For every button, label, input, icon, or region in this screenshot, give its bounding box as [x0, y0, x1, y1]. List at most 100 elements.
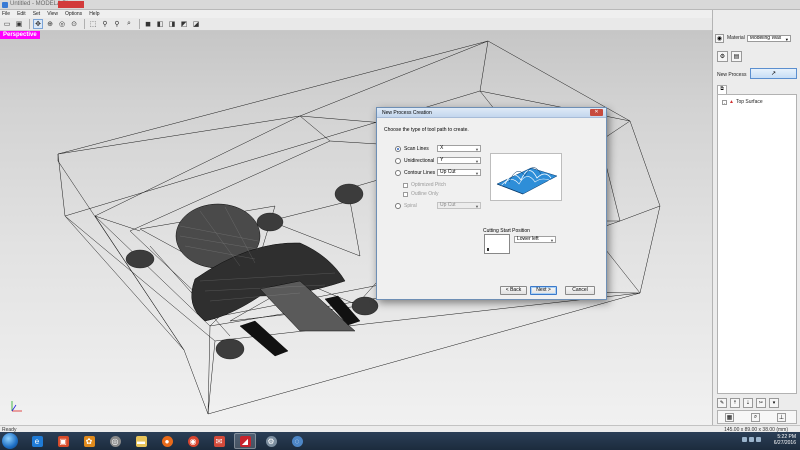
system-clock[interactable]: 5:22 PM 6/27/2016 — [774, 434, 796, 446]
scan-lines-label: Scan Lines — [404, 146, 429, 152]
unidirectional-label: Unidirectional — [404, 158, 435, 164]
process-panel: ◉ Material Modeling Wax ▼ ⚙ ▤ New Process… — [712, 10, 800, 425]
outline-only-option[interactable]: Outline Only — [403, 191, 439, 197]
contour-lines-cut-select[interactable]: Up Cut ▼ — [437, 169, 481, 176]
material-value: Modeling Wax — [749, 34, 782, 41]
zoom-area-icon[interactable]: ⌕ — [124, 19, 134, 29]
cutting-start-diagram — [484, 234, 510, 254]
model-size-icon[interactable]: ▤ — [731, 51, 742, 62]
taskbar-app-gimp[interactable]: ✿ — [78, 433, 100, 449]
pan-icon[interactable]: ✥ — [33, 19, 43, 29]
menu-options[interactable]: Options — [65, 11, 82, 17]
panel-tool-icons: ⚙ ▤ — [717, 51, 745, 62]
preview-process-icon[interactable]: ▾ — [769, 398, 779, 408]
toolbar-divider — [29, 19, 30, 29]
dialog-prompt: Choose the type of tool path to create. — [384, 127, 469, 133]
menu-file[interactable]: File — [2, 11, 10, 17]
cut-icon[interactable]: ▦ — [725, 412, 734, 422]
contour-lines-cut-value: Up Cut — [440, 169, 456, 175]
view-cube-right-icon[interactable]: ◨ — [167, 19, 177, 29]
chevron-down-icon: ▼ — [475, 159, 479, 164]
redaction-mark — [58, 1, 84, 8]
new-process-button[interactable]: ↗ — [750, 68, 797, 79]
chevron-down-icon: ▼ — [784, 36, 789, 42]
scan-lines-option[interactable]: Scan Lines — [395, 146, 429, 152]
taskbar: e ▣ ✿ ◎ ▬ ● ◉ ✉ ◢ ⚙ ◌ 5:22 PM 6/27/2016 — [0, 432, 800, 450]
menu-set[interactable]: Set — [33, 11, 41, 17]
contour-lines-label: Contour Lines — [404, 170, 436, 176]
taskbar-app-explorer[interactable]: ▬ — [130, 433, 152, 449]
tool-icon[interactable]: ⊥ — [777, 412, 786, 422]
orbit-icon[interactable]: ◎ — [57, 19, 67, 29]
taskbar-app-firefox[interactable]: ● — [156, 433, 178, 449]
material-select[interactable]: Modeling Wax ▼ — [746, 34, 791, 42]
taskbar-app-office[interactable]: ▣ — [52, 433, 74, 449]
taskbar-app-chrome[interactable]: ◉ — [182, 433, 204, 449]
dialog-title: New Process Creation — [382, 110, 432, 116]
scan-lines-radio[interactable] — [395, 146, 401, 152]
taskbar-app-ie[interactable]: e — [26, 433, 48, 449]
material-icon[interactable]: ◉ — [715, 33, 724, 43]
zoom-extents-icon[interactable]: ⚲ — [112, 19, 122, 29]
unidirectional-direction-value: Y — [440, 157, 444, 163]
scan-lines-direction-select[interactable]: X ▼ — [437, 145, 481, 152]
process-tree-tab[interactable]: ⧉ — [717, 85, 727, 94]
flag-icon[interactable] — [756, 437, 761, 442]
next-button[interactable]: Next > — [530, 286, 557, 295]
view-cube-bottom-icon[interactable]: ◪ — [191, 19, 201, 29]
preview-cut-icon[interactable]: ⌕ — [751, 412, 760, 422]
tree-expand-icon[interactable]: - — [722, 99, 727, 105]
cancel-button[interactable]: Cancel — [565, 286, 595, 295]
toolpath-wand-icon: ↗ — [770, 71, 777, 77]
menu-view[interactable]: View — [47, 11, 58, 17]
move-down-icon[interactable]: ⇣ — [743, 398, 753, 408]
spiral-radio[interactable] — [395, 203, 401, 209]
taskbar-app-mail[interactable]: ✉ — [208, 433, 230, 449]
save-icon[interactable]: ▣ — [14, 19, 24, 29]
zoom-window-icon[interactable]: ⬚ — [88, 19, 98, 29]
machine-icon[interactable]: ⚙ — [717, 51, 728, 62]
spiral-option[interactable]: Spiral — [395, 203, 417, 209]
view-cube-front-icon[interactable]: ◼ — [143, 19, 153, 29]
chevron-down-icon: ▼ — [475, 204, 479, 209]
chevron-down-icon: ▼ — [475, 147, 479, 152]
unidirectional-option[interactable]: Unidirectional — [395, 158, 434, 164]
zoom-out-icon[interactable]: ⚲ — [100, 19, 110, 29]
toolbar-divider — [84, 19, 85, 29]
spiral-cut-select[interactable]: Up Cut ▼ — [437, 202, 481, 209]
new-file-icon[interactable]: ▭ — [2, 19, 12, 29]
viewport-label[interactable]: Perspective — [0, 31, 40, 39]
outline-only-label: Outline Only — [411, 191, 439, 197]
close-icon[interactable]: ✕ — [590, 109, 603, 116]
start-button[interactable] — [2, 433, 18, 449]
taskbar-app-viewer[interactable]: ◌ — [286, 433, 308, 449]
contour-lines-radio[interactable] — [395, 170, 401, 176]
menu-help[interactable]: Help — [89, 11, 99, 17]
view-cube-top-icon[interactable]: ◧ — [155, 19, 165, 29]
zoom-in-icon[interactable]: ⊙ — [69, 19, 79, 29]
delete-process-icon[interactable]: ✂ — [756, 398, 766, 408]
taskbar-app-settings[interactable]: ⚙ — [260, 433, 282, 449]
taskbar-app-modela[interactable]: ◢ — [234, 433, 256, 449]
dialog-body: Choose the type of tool path to create. … — [377, 118, 606, 301]
move-up-icon[interactable]: ⇡ — [730, 398, 740, 408]
view-cube-iso-icon[interactable]: ◩ — [179, 19, 189, 29]
unidirectional-direction-select[interactable]: Y ▼ — [437, 157, 481, 164]
outline-only-checkbox[interactable] — [403, 191, 408, 197]
tree-item-label: Top Surface — [735, 99, 763, 105]
dialog-title-bar: New Process Creation ✕ — [377, 108, 606, 118]
spiral-cut-value: Up Cut — [440, 202, 456, 208]
menu-edit[interactable]: Edit — [17, 11, 26, 17]
rotate-icon[interactable]: ⊕ — [45, 19, 55, 29]
contour-lines-option[interactable]: Contour Lines — [395, 170, 435, 176]
cutting-start-select[interactable]: Lower left ▼ — [514, 236, 556, 243]
tree-item-top-surface[interactable]: - ▲ Top Surface — [722, 99, 763, 105]
volume-icon[interactable] — [749, 437, 754, 442]
network-icon[interactable] — [742, 437, 747, 442]
optimized-pitch-option[interactable]: Optimized Pitch — [403, 182, 446, 188]
back-button[interactable]: < Back — [500, 286, 527, 295]
edit-process-icon[interactable]: ✎ — [717, 398, 727, 408]
taskbar-app-itunes[interactable]: ◎ — [104, 433, 126, 449]
unidirectional-radio[interactable] — [395, 158, 401, 164]
optimized-pitch-checkbox[interactable] — [403, 182, 408, 188]
